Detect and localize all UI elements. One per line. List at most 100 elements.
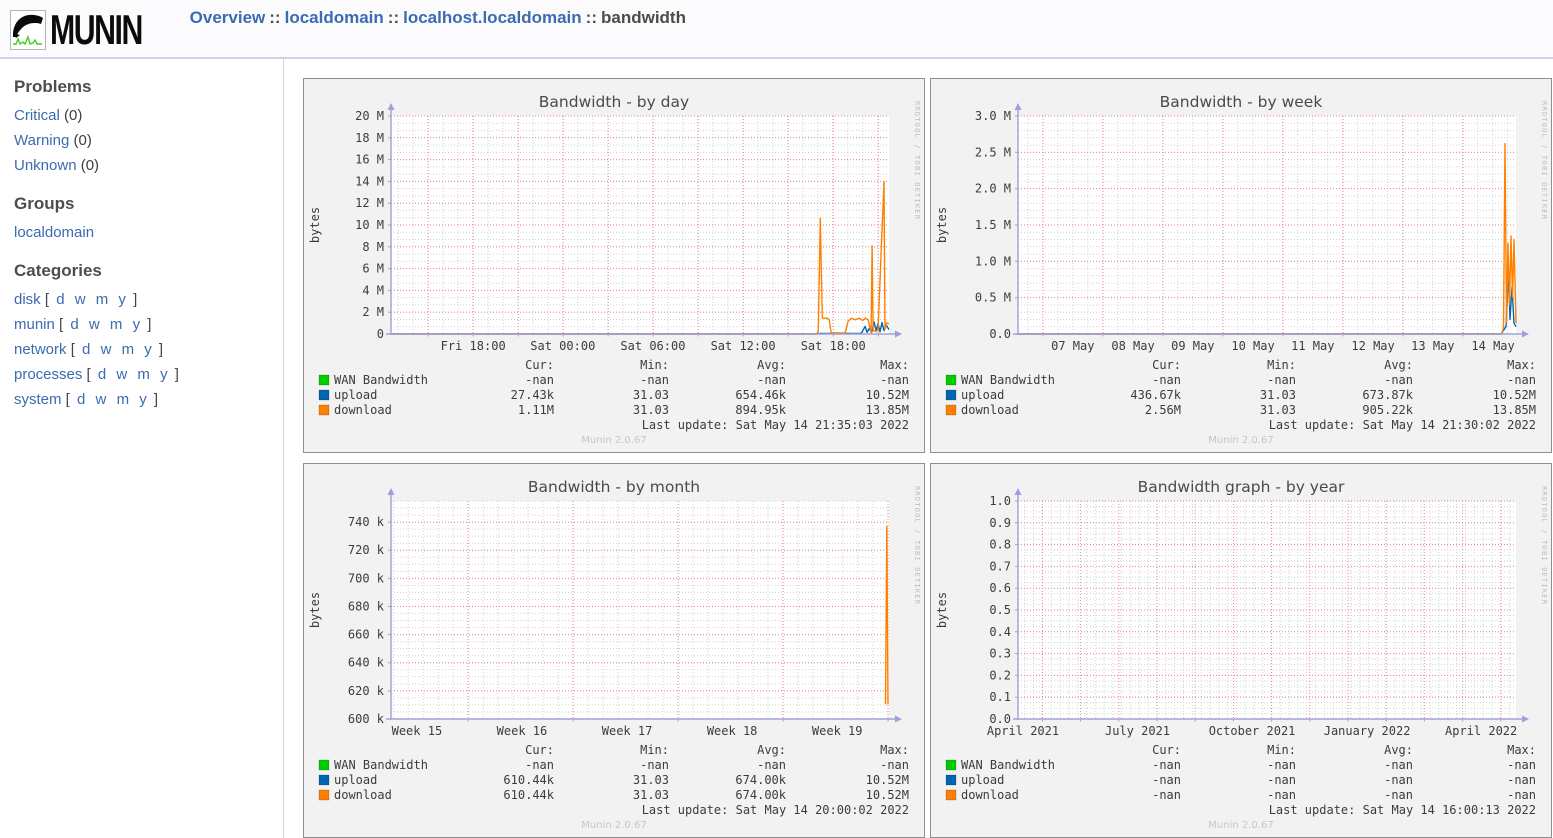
x-tick-label: 08 May xyxy=(1111,339,1154,353)
period-link-network-y[interactable]: y xyxy=(144,341,152,358)
graph-panel-by-week[interactable]: Bandwidth - by weekbytes07 May08 May09 M… xyxy=(930,78,1552,453)
y-tick-label: 4 M xyxy=(362,283,384,297)
breadcrumb-overview-link[interactable]: Overview xyxy=(190,8,266,27)
y-tick-label: 2 M xyxy=(362,305,384,319)
y-tick-label: 0.7 xyxy=(989,559,1011,573)
legend-value: -nan xyxy=(1384,373,1413,387)
legend-column-header: Max: xyxy=(880,358,909,372)
graph-panel-by-day[interactable]: Bandwidth - by daybytesFri 18:00Sat 00:0… xyxy=(303,78,925,453)
x-tick-label: Sat 18:00 xyxy=(801,339,866,353)
bracket: [ xyxy=(67,341,80,358)
period-link-processes-d[interactable]: d xyxy=(98,366,106,383)
category-link-disk[interactable]: disk xyxy=(14,291,41,308)
legend-value: 1.11M xyxy=(518,403,554,417)
y-tick-label: 700 k xyxy=(348,571,385,585)
problems-heading: Problems xyxy=(14,77,283,97)
legend-value: -nan xyxy=(640,758,669,772)
group-item: localdomain xyxy=(14,220,283,245)
munin-logo-icon xyxy=(10,10,46,50)
legend-column-header: Min: xyxy=(640,358,669,372)
categories-list: disk [ d w m y ]munin [ d w m y ]network… xyxy=(14,287,283,412)
legend-column-header: Cur: xyxy=(525,358,554,372)
period-link-disk-w[interactable]: w xyxy=(75,291,86,308)
groups-heading: Groups xyxy=(14,194,283,214)
legend-swatch-wan-bandwidth xyxy=(319,375,329,385)
legend-column-header: Avg: xyxy=(757,358,786,372)
period-link-network-w[interactable]: w xyxy=(101,341,112,358)
group-link-localdomain[interactable]: localdomain xyxy=(14,224,94,241)
period-link-network-d[interactable]: d xyxy=(82,341,90,358)
x-tick-label: Sat 12:00 xyxy=(711,339,776,353)
period-link-munin-m[interactable]: m xyxy=(110,316,123,333)
y-tick-label: 1.0 xyxy=(989,494,1011,508)
legend-value: -nan xyxy=(525,758,554,772)
category-link-munin[interactable]: munin xyxy=(14,316,55,333)
period-link-disk-d[interactable]: d xyxy=(56,291,64,308)
graph-panel-by-year[interactable]: Bandwidth graph - by yearbytesApril 2021… xyxy=(930,463,1552,838)
problem-count: (0) xyxy=(64,107,82,124)
period-link-system-m[interactable]: m xyxy=(117,391,130,408)
y-tick-label: 0.0 xyxy=(989,712,1011,726)
period-link-processes-y[interactable]: y xyxy=(160,366,168,383)
period-link-processes-w[interactable]: w xyxy=(116,366,127,383)
legend-series-name: upload xyxy=(334,773,377,787)
legend-series-name: WAN Bandwidth xyxy=(334,373,428,387)
period-link-munin-w[interactable]: w xyxy=(89,316,100,333)
period-link-disk-y[interactable]: y xyxy=(118,291,126,308)
legend-value: -nan xyxy=(1507,773,1536,787)
legend-value: 10.52M xyxy=(866,773,909,787)
category-item: processes [ d w m y ] xyxy=(14,362,283,387)
rrdtool-caption: RRDTOOL / TOBI OETIKER xyxy=(1540,101,1548,220)
y-axis-label: bytes xyxy=(308,592,322,628)
breadcrumb-separator: :: xyxy=(265,8,284,27)
breadcrumb-separator: :: xyxy=(582,8,601,27)
x-tick-label: January 2022 xyxy=(1324,724,1411,738)
x-tick-label: 11 May xyxy=(1291,339,1334,353)
period-link-munin-y[interactable]: y xyxy=(133,316,141,333)
legend-value: -nan xyxy=(525,373,554,387)
y-tick-label: 14 M xyxy=(355,174,384,188)
breadcrumb-host-link[interactable]: localhost.localdomain xyxy=(403,8,582,27)
period-link-system-w[interactable]: w xyxy=(96,391,107,408)
period-link-processes-m[interactable]: m xyxy=(137,366,150,383)
rrdtool-caption: RRDTOOL / TOBI OETIKER xyxy=(1540,486,1548,605)
category-link-system[interactable]: system xyxy=(14,391,62,408)
category-link-processes[interactable]: processes xyxy=(14,366,82,383)
legend-column-header: Max: xyxy=(1507,743,1536,757)
y-tick-label: 16 M xyxy=(355,153,384,167)
x-tick-label: April 2021 xyxy=(987,724,1059,738)
rrdtool-caption: RRDTOOL / TOBI OETIKER xyxy=(913,101,921,220)
legend-swatch-download xyxy=(319,405,329,415)
legend-value: -nan xyxy=(1507,758,1536,772)
munin-logo-link[interactable]: MUNIN xyxy=(10,10,178,50)
bracket: [ xyxy=(62,391,75,408)
legend-value: -nan xyxy=(1267,788,1296,802)
x-tick-label: Week 18 xyxy=(707,724,758,738)
period-link-munin-d[interactable]: d xyxy=(70,316,78,333)
y-tick-label: 1.5 M xyxy=(975,218,1011,232)
last-update-text: Last update: Sat May 14 21:35:03 2022 xyxy=(642,418,909,432)
breadcrumb-group-link[interactable]: localdomain xyxy=(285,8,384,27)
legend-value: -nan xyxy=(1152,773,1181,787)
problem-link-critical[interactable]: Critical xyxy=(14,107,60,124)
y-tick-label: 2.0 M xyxy=(975,182,1011,196)
legend-value: 31.03 xyxy=(633,788,669,802)
bracket: [ xyxy=(82,366,95,383)
problem-link-warning[interactable]: Warning xyxy=(14,132,69,149)
legend-swatch-wan-bandwidth xyxy=(946,375,956,385)
period-link-network-m[interactable]: m xyxy=(122,341,135,358)
munin-version-watermark: Munin 2.0.67 xyxy=(1208,435,1273,446)
category-link-network[interactable]: network xyxy=(14,341,67,358)
period-link-disk-m[interactable]: m xyxy=(96,291,109,308)
period-link-system-d[interactable]: d xyxy=(77,391,85,408)
munin-version-watermark: Munin 2.0.67 xyxy=(1208,820,1273,831)
sidebar: Problems Critical (0)Warning (0)Unknown … xyxy=(0,59,284,838)
legend-series-name: WAN Bandwidth xyxy=(961,373,1055,387)
problem-link-unknown[interactable]: Unknown xyxy=(14,157,77,174)
y-tick-label: 0.5 xyxy=(989,603,1011,617)
period-link-system-y[interactable]: y xyxy=(139,391,147,408)
x-tick-label: Fri 18:00 xyxy=(441,339,506,353)
graph-panel-by-month[interactable]: Bandwidth - by monthbytesWeek 15Week 16W… xyxy=(303,463,925,838)
legend-swatch-upload xyxy=(946,390,956,400)
x-tick-label: Sat 00:00 xyxy=(530,339,595,353)
